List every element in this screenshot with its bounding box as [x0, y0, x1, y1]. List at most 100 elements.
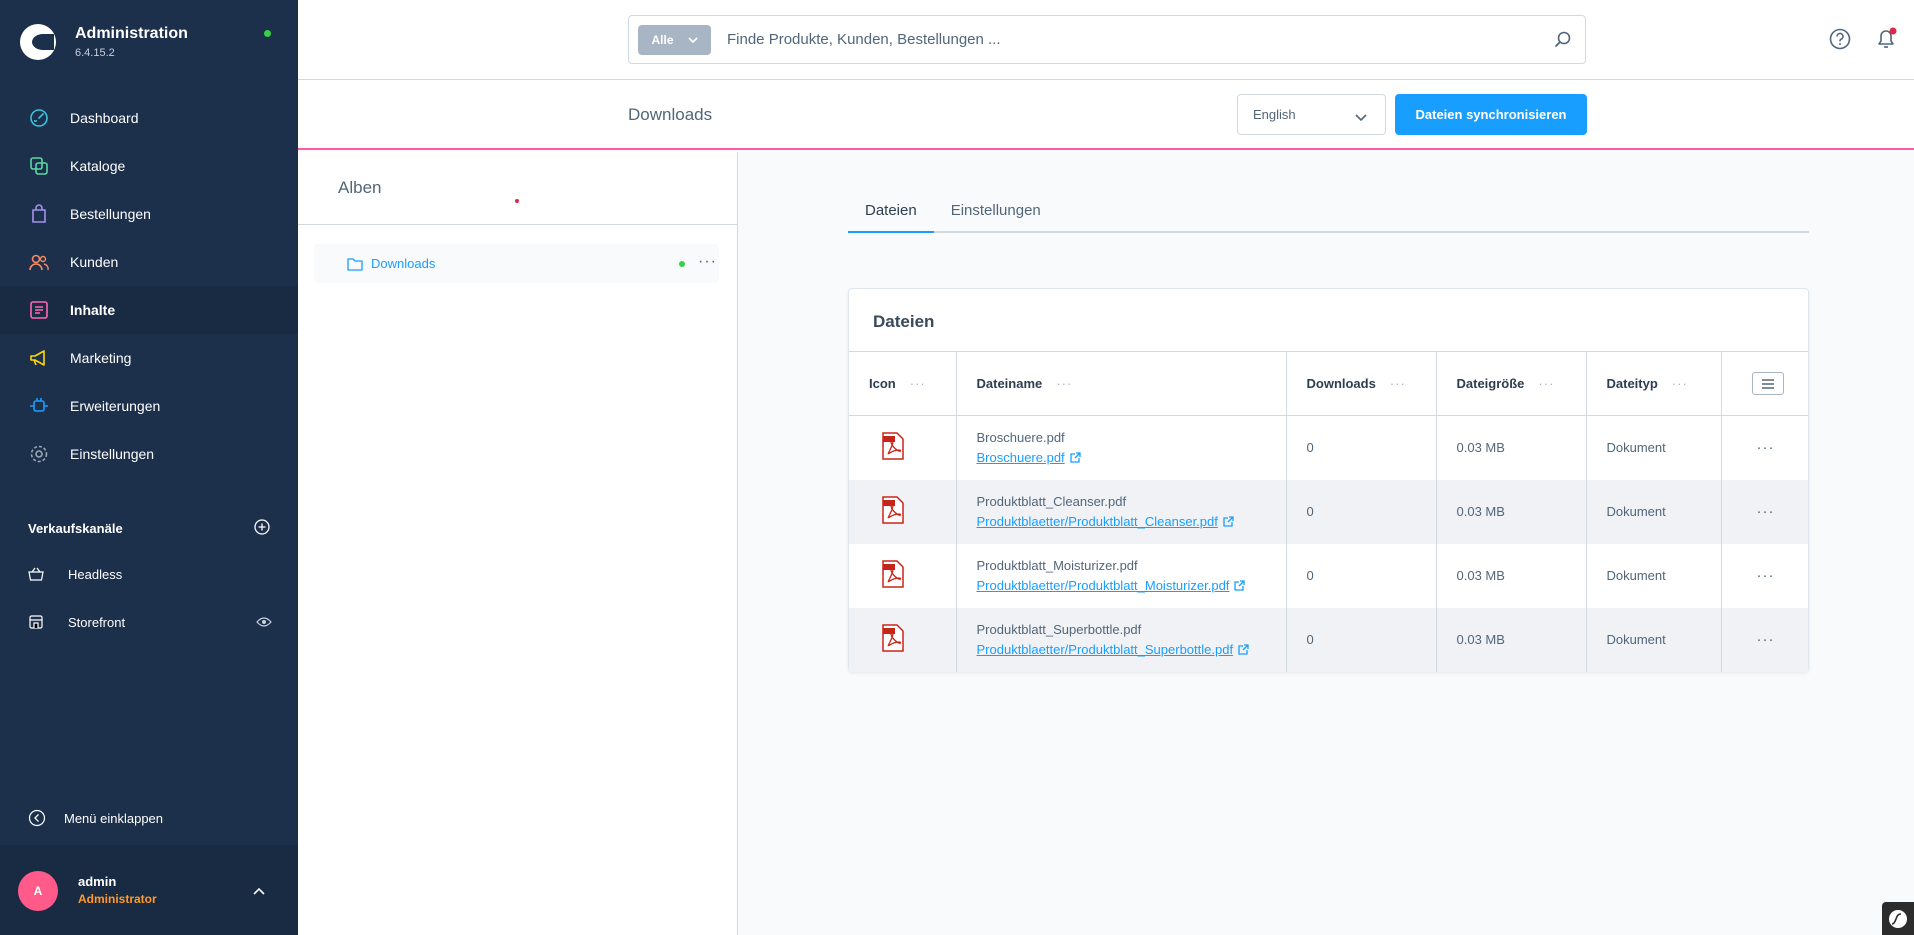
collapse-menu-button[interactable]: Menü einklappen: [28, 809, 163, 827]
filesize-cell: 0.03 MB: [1436, 415, 1587, 480]
downloads-cell: 0: [1286, 607, 1437, 672]
search-icon[interactable]: [1554, 31, 1571, 51]
column-header-filetype[interactable]: Dateityp ···: [1586, 351, 1722, 416]
albums-title: Alben: [338, 178, 382, 197]
nav-item-erweiterungen[interactable]: Erweiterungen: [0, 382, 298, 430]
user-panel[interactable]: A admin Administrator: [0, 845, 298, 935]
card-title: Dateien: [873, 312, 935, 331]
nav-label: Kunden: [70, 254, 119, 270]
pdf-file-icon: [882, 432, 904, 460]
column-header-filename[interactable]: Dateiname ···: [956, 351, 1287, 416]
external-link-icon: [1238, 644, 1249, 655]
indicator-dot: [515, 199, 519, 203]
avatar: A: [18, 871, 58, 911]
row-actions-icon[interactable]: ···: [1721, 544, 1808, 608]
orders-icon: [28, 203, 50, 225]
customers-icon: [28, 251, 50, 273]
more-options-icon[interactable]: ···: [698, 253, 717, 271]
nav-label: Bestellungen: [70, 206, 151, 222]
brand-version: 6.4.15.2: [75, 47, 115, 59]
column-header-downloads[interactable]: Downloads ···: [1286, 351, 1437, 416]
status-dot: [264, 30, 271, 37]
main-nav: Dashboard Kataloge Bestellungen Kunden I…: [0, 94, 298, 478]
nav-item-dashboard[interactable]: Dashboard: [0, 94, 298, 142]
sales-channel-storefront[interactable]: Storefront: [28, 607, 272, 637]
album-name: Downloads: [371, 256, 436, 271]
table-header-row: Icon ··· Dateiname ··· Downloads ··· Dateig…: [849, 351, 1808, 416]
tab-einstellungen[interactable]: Einstellungen: [934, 195, 1058, 233]
add-sales-channel-icon[interactable]: [254, 519, 270, 538]
dashboard-icon: [28, 107, 50, 129]
folder-icon: [347, 257, 363, 271]
files-card: Dateien Icon ··· Dateiname ··· Downloads ··…: [848, 288, 1809, 672]
nav-item-einstellungen[interactable]: Einstellungen: [0, 430, 298, 478]
eye-icon[interactable]: [256, 616, 272, 628]
column-options-icon: ···: [1671, 376, 1688, 391]
downloads-cell: 0: [1286, 415, 1437, 480]
external-link-icon: [1234, 580, 1246, 591]
column-options-icon: ···: [1056, 376, 1073, 391]
top-bar: Alle: [298, 0, 1914, 80]
filename-cell: Produktblatt_Moisturizer.pdf Produktblae…: [956, 543, 1287, 608]
column-header-filesize[interactable]: Dateigröße ···: [1436, 351, 1587, 416]
file-name: Produktblatt_Moisturizer.pdf: [976, 558, 1138, 573]
file-icon-cell: [849, 607, 957, 672]
search-type-select[interactable]: Alle: [638, 24, 711, 55]
file-link[interactable]: Broschuere.pdf: [977, 450, 1081, 465]
catalogues-icon: [28, 155, 50, 177]
active-status-dot: [679, 261, 685, 267]
shopware-logo-icon: [20, 24, 56, 60]
file-link[interactable]: Produktblaetter/Produktblatt_Moisturizer…: [977, 578, 1246, 593]
file-name: Produktblatt_Cleanser.pdf: [976, 494, 1127, 509]
help-icon[interactable]: [1829, 28, 1851, 53]
album-item-downloads[interactable]: Downloads ···: [314, 244, 719, 283]
content-icon: [28, 299, 50, 321]
nav-label: Kataloge: [70, 158, 126, 174]
nav-item-kunden[interactable]: Kunden: [0, 238, 298, 286]
sales-channel-headless[interactable]: Headless: [28, 559, 272, 589]
brand[interactable]: Administration 6.4.15.2: [20, 22, 188, 62]
chevron-up-icon[interactable]: [252, 883, 266, 899]
nav-label: Marketing: [70, 350, 132, 366]
basket-icon: [28, 566, 46, 582]
albums-header: Alben: [298, 152, 737, 225]
filesize-cell: 0.03 MB: [1436, 543, 1587, 608]
marketing-icon: [28, 347, 50, 369]
file-icon-cell: [849, 479, 957, 544]
table-row: Broschuere.pdf Broschuere.pdf 0 0.03 MB …: [849, 415, 1808, 480]
filetype-cell: Dokument: [1586, 479, 1722, 544]
filename-cell: Broschuere.pdf Broschuere.pdf: [956, 415, 1287, 480]
settings-icon: [28, 443, 50, 465]
user-role: Administrator: [78, 892, 157, 906]
external-link-icon: [1070, 452, 1081, 463]
nav-item-marketing[interactable]: Marketing: [0, 334, 298, 382]
file-link[interactable]: Produktblaetter/Produktblatt_Cleanser.pd…: [977, 514, 1234, 529]
nav-item-bestellungen[interactable]: Bestellungen: [0, 190, 298, 238]
column-header-icon[interactable]: Icon ···: [849, 351, 957, 416]
file-name: Broschuere.pdf: [976, 430, 1065, 446]
external-link-icon: [1223, 516, 1234, 527]
symfony-toolbar-icon[interactable]: [1882, 902, 1914, 935]
tab-dateien[interactable]: Dateien: [848, 195, 934, 233]
chevron-left-circle-icon: [28, 809, 46, 827]
user-name: admin: [78, 874, 117, 889]
chevron-down-icon: [1355, 110, 1367, 125]
pdf-file-icon: [882, 496, 904, 524]
row-actions-icon[interactable]: ···: [1721, 480, 1808, 544]
search-input[interactable]: [727, 31, 1527, 48]
chevron-down-icon: [687, 33, 698, 47]
row-actions-icon[interactable]: ···: [1721, 608, 1808, 672]
file-link[interactable]: Produktblaetter/Produktblatt_Superbottle…: [977, 642, 1250, 657]
sales-channels-header: Verkaufskanäle: [28, 519, 270, 538]
column-settings-cell: [1721, 352, 1808, 416]
language-select[interactable]: English: [1237, 94, 1386, 135]
notification-bell-icon[interactable]: [1874, 27, 1898, 54]
row-actions-icon[interactable]: ···: [1721, 416, 1808, 480]
filename-cell: Produktblatt_Superbottle.pdf Produktblae…: [956, 607, 1287, 672]
sync-files-button[interactable]: Dateien synchronisieren: [1395, 94, 1587, 135]
column-settings-button[interactable]: [1751, 372, 1784, 395]
nav-item-kataloge[interactable]: Kataloge: [0, 142, 298, 190]
nav-label: Erweiterungen: [70, 398, 161, 414]
filesize-cell: 0.03 MB: [1436, 607, 1587, 672]
nav-item-inhalte[interactable]: Inhalte: [0, 286, 298, 334]
